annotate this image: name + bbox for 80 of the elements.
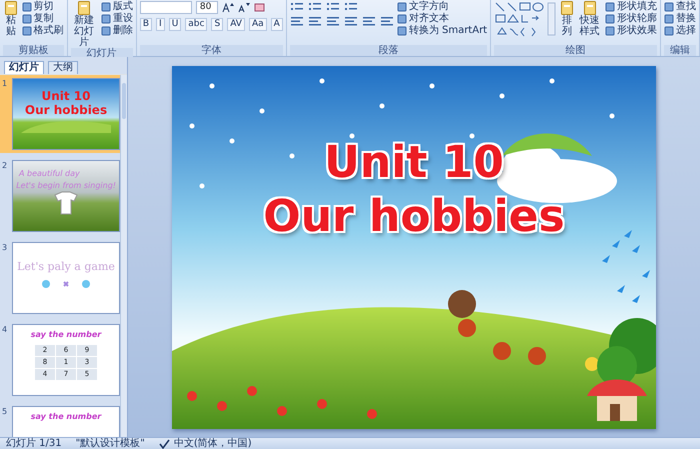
slide-counter: 幻灯片 1/31 [6,438,62,449]
ribbon-button[interactable]: 粘贴 [3,1,18,37]
format-button[interactable]: AV [227,18,245,31]
font-shrink-icon [238,2,250,13]
ribbon-button[interactable]: 排列 [559,1,574,37]
align-icon [380,16,394,27]
align-icon [308,16,322,27]
slide-number: 5 [2,406,8,418]
ribbon-button[interactable]: 剪切 [22,1,64,13]
tool-icon [396,14,407,24]
ribbon-button[interactable]: 查找 [664,1,696,13]
list-icon [326,1,340,12]
ribbon-button[interactable]: 形状填充 [605,1,657,13]
slide-thumbnail[interactable]: 1 Unit 10 Our hobbies [0,75,120,153]
format-button[interactable]: Aa [248,18,267,31]
thumbnail-text: say the number [30,329,102,341]
panel-tab[interactable]: 大纲 [48,61,78,74]
slide-number: 4 [2,324,8,336]
slide-title: Unit 10 [324,136,504,190]
thumbnail-text: A beautiful day [19,169,80,179]
group-label: 绘图 [494,45,657,56]
ribbon-button[interactable]: 选择 [664,25,696,37]
format-button[interactable]: U [168,18,182,31]
ribbon-button[interactable]: 版式 [100,1,133,13]
ribbon-button[interactable]: 形状轮廓 [605,13,657,25]
group-label: 剪贴板 [3,45,64,56]
ribbon-button[interactable]: 转换为 SmartArt [396,25,488,37]
scrollbar[interactable] [120,75,127,437]
tool-icon [100,2,111,12]
thumbnail-text: say the number [30,411,102,423]
slide-number: 1 [2,78,8,90]
format-button[interactable]: I [156,18,165,31]
slide-number: 2 [2,160,8,172]
list-icon [344,1,358,12]
ribbon-button[interactable]: 删除 [100,25,133,37]
document-icon [4,1,18,15]
clear-format-icon [254,2,265,13]
align-icon [344,16,358,27]
format-button[interactable]: S [211,18,224,31]
ribbon-button[interactable]: 复制 [22,13,64,25]
ribbon-button[interactable]: 形状效果 [605,25,657,37]
list-icon [308,1,322,12]
align-icon [362,16,376,27]
group-label: 字体 [140,45,283,56]
ribbon-button[interactable]: 新建幻灯片 [70,1,98,48]
slide-number: 3 [2,242,8,254]
tool-icon [100,14,111,24]
ribbon-button[interactable]: 格式刷 [22,25,64,37]
ribbon-button[interactable]: 文字方向 [396,1,488,13]
panel-tab[interactable]: 幻灯片 [4,61,44,74]
thumbnail-text: Let's paly a game [17,259,115,275]
format-button[interactable]: B [140,18,152,31]
tool-icon [396,2,407,12]
document-icon [582,1,597,15]
document-icon [560,1,574,15]
mushroom-house-drawing [587,379,647,420]
ribbon-button[interactable]: 对齐文本 [396,13,488,25]
tool-icon [396,26,407,36]
thumbnail-text: Our hobbies [24,103,108,117]
tool-icon [100,26,111,36]
font-size-field[interactable]: 80 [196,1,218,14]
font-name-field[interactable] [140,1,192,14]
group-label: 段落 [290,45,488,56]
thumbnail-text: Let's begin from singing! [16,181,116,191]
group-label: 编辑 [664,45,696,56]
ribbon-button[interactable]: 替换 [664,13,696,25]
ribbon-button[interactable]: 快速样式 [577,1,602,37]
thumbnail-text: Unit 10 [41,89,90,103]
align-icon [290,16,304,27]
slide-title: Our hobbies [263,190,565,244]
align-icon [326,16,340,27]
ribbon-button[interactable]: 重设 [100,13,133,25]
font-grow-icon [222,2,234,13]
language-label[interactable]: 中文(简体，中国) [174,438,252,449]
spellcheck-icon [158,438,170,448]
format-button[interactable]: A [270,18,283,31]
theme-name: "默认设计模板" [76,438,145,449]
document-icon [77,1,92,15]
format-button[interactable]: abc [185,18,208,31]
list-icon [290,1,304,12]
